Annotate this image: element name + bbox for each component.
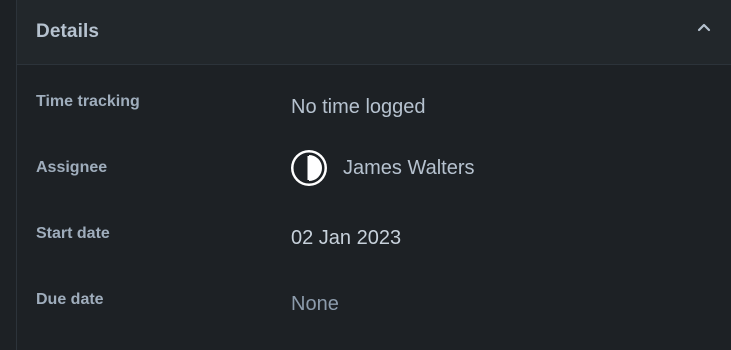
field-row-assignee: Assignee James Walters	[36, 131, 712, 197]
field-row-time-tracking: Time tracking No time logged	[36, 65, 712, 131]
start-date-label: Start date	[36, 225, 110, 242]
assignee-label: Assignee	[36, 159, 108, 176]
collapse-button[interactable]	[693, 16, 715, 38]
time-tracking-value[interactable]: No time logged	[291, 96, 426, 119]
details-panel-header[interactable]: Details	[17, 0, 731, 65]
left-rail	[0, 0, 17, 350]
panel-title: Details	[36, 21, 100, 42]
due-date-label: Due date	[36, 291, 104, 308]
due-date-value[interactable]: None	[291, 293, 339, 316]
details-screen: Details Time tracking No time logged Ass…	[0, 0, 731, 350]
assignee-name: James Walters	[343, 156, 475, 179]
chevron-up-icon	[697, 23, 711, 32]
assignee-value[interactable]: James Walters	[291, 150, 475, 186]
field-row-due-date: Due date None	[36, 263, 712, 329]
details-fields: Time tracking No time logged Assignee Ja…	[17, 65, 731, 329]
field-row-start-date: Start date 02 Jan 2023	[36, 197, 712, 263]
start-date-value[interactable]: 02 Jan 2023	[291, 227, 401, 250]
user-avatar-icon	[291, 150, 327, 186]
details-panel: Details Time tracking No time logged Ass…	[17, 0, 731, 350]
time-tracking-label: Time tracking	[36, 93, 140, 110]
